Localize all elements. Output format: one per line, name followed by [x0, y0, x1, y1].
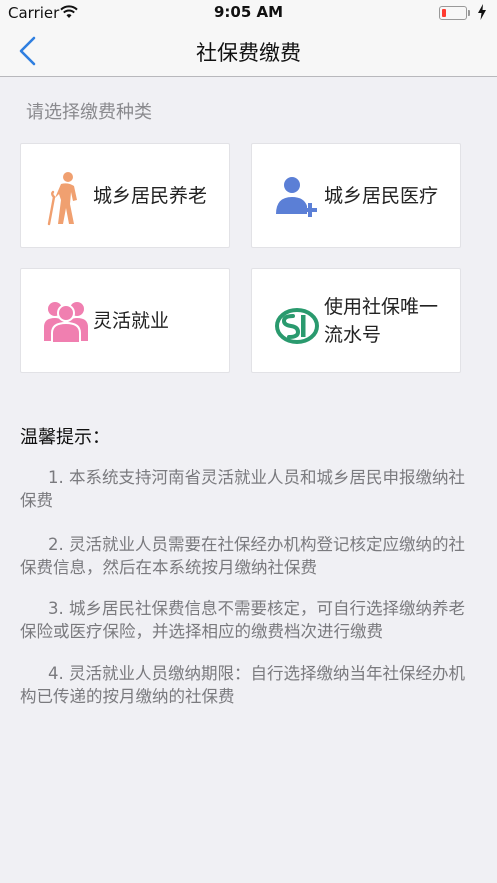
charging-icon — [477, 4, 487, 24]
tip-item: 1. 本系统支持河南省灵活就业人员和城乡居民申报缴纳社保费 — [20, 468, 465, 510]
tip-item: 4. 灵活就业人员缴纳期限：自行选择缴纳当年社保经办机构已传递的按月缴纳的社保费 — [20, 664, 465, 706]
option-urban-rural-medical[interactable]: 城乡居民医疗 — [251, 143, 461, 248]
section-label: 请选择缴费种类 — [26, 102, 152, 123]
navigation-bar: 社保费缴费 — [0, 26, 497, 77]
option-social-security-serial-number[interactable]: 使用社保唯一流水号 — [251, 268, 461, 373]
user-add-icon — [272, 170, 322, 224]
clock: 9:05 AM — [213, 3, 284, 21]
status-bar: Carrier 9:05 AM — [0, 0, 497, 26]
tip-item: 2. 灵活就业人员需要在社保经办机构登记核定应缴纳的社保费信息，然后在本系统按月… — [20, 535, 465, 577]
option-label: 使用社保唯一流水号 — [324, 295, 439, 346]
option-label: 城乡居民医疗 — [324, 184, 439, 207]
option-label: 城乡居民养老 — [93, 184, 208, 207]
option-urban-rural-pension[interactable]: 城乡居民养老 — [20, 143, 230, 248]
social-security-logo-icon — [272, 295, 322, 349]
people-icon — [41, 295, 91, 349]
option-label: 灵活就业 — [93, 309, 170, 332]
battery-icon — [439, 6, 470, 20]
page-title: 社保费缴费 — [196, 41, 301, 65]
tips-title: 温馨提示： — [20, 427, 110, 448]
option-flexible-employment[interactable]: 灵活就业 — [20, 268, 230, 373]
tip-item: 3. 城乡居民社保费信息不需要核定，可自行选择缴纳养老保险或医疗保险，并选择相应… — [20, 599, 465, 641]
elderly-person-icon — [41, 170, 91, 226]
